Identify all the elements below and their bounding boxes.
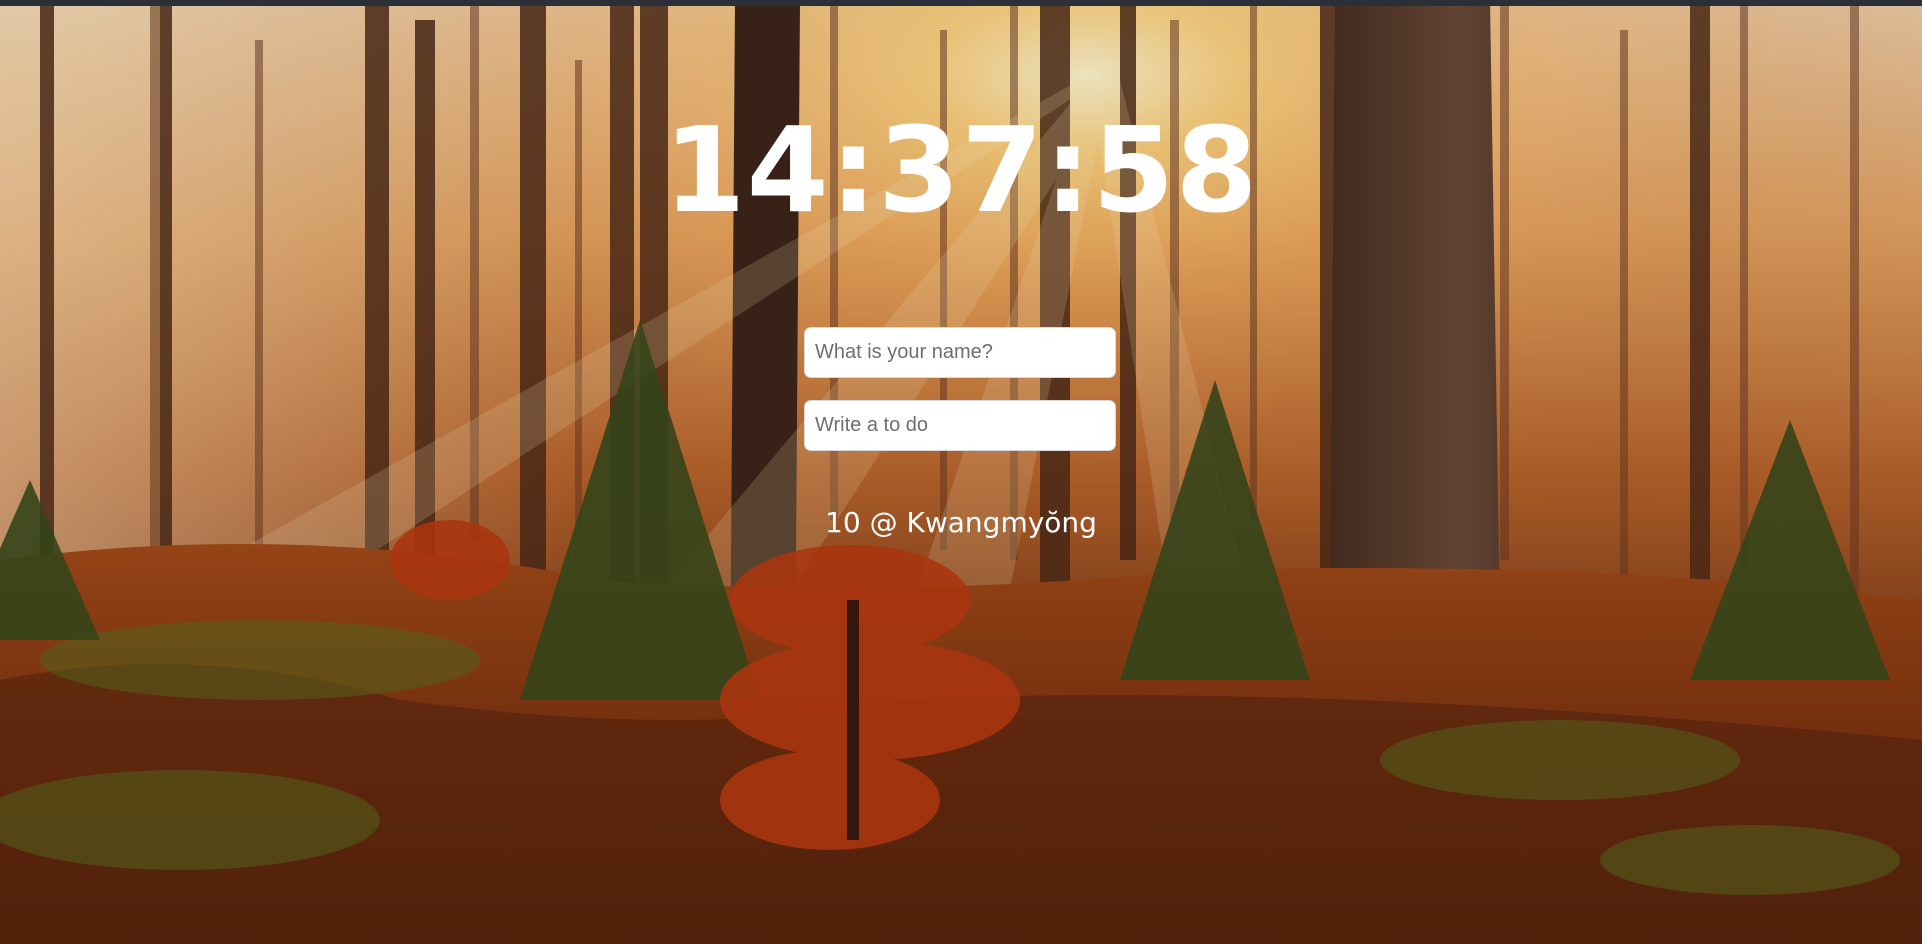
browser-top-strip — [0, 0, 1922, 6]
clock-display: 14:37:58 — [663, 101, 1259, 239]
weather-city: Kwangmyŏng — [906, 506, 1097, 539]
app-root: 14:37:58 10 @ Kwangmyŏng — [0, 0, 1922, 944]
weather-temperature: 10 — [825, 506, 861, 539]
name-input[interactable] — [804, 327, 1116, 378]
weather-separator: @ — [869, 506, 898, 539]
weather-info: 10 @ Kwangmyŏng — [0, 505, 1922, 541]
todo-input[interactable] — [804, 400, 1116, 451]
